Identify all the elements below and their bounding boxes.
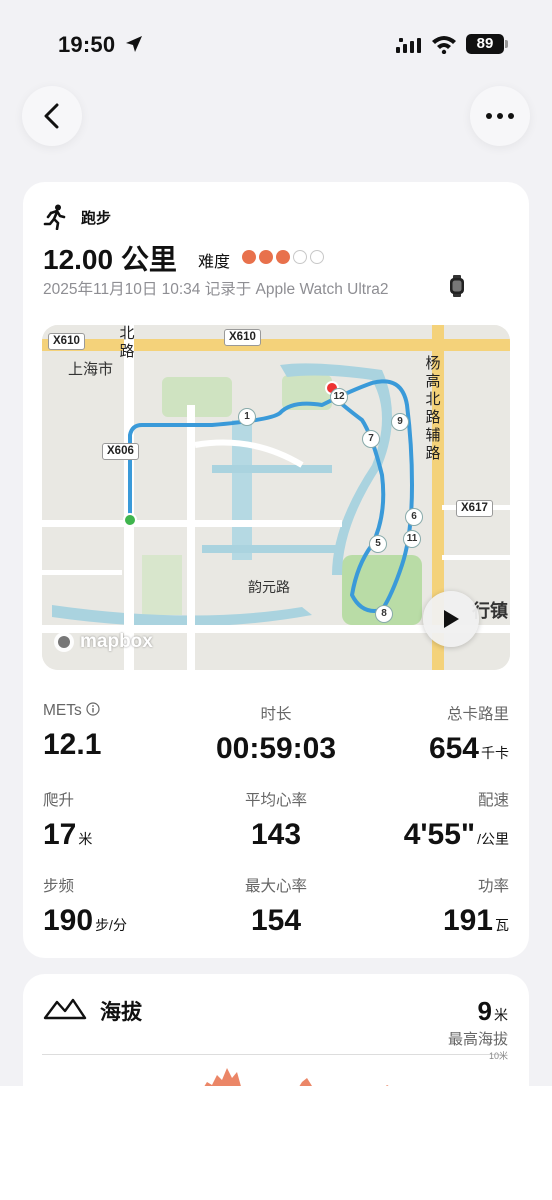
stat-value: 191 瓦 [442, 904, 509, 937]
stat-label: 爬升 [43, 792, 75, 809]
location-arrow-icon [126, 36, 142, 52]
stat-unit: 米 [78, 831, 93, 847]
map-label-road: 北路 [119, 325, 135, 360]
km-marker: 11 [403, 530, 421, 548]
road-badge: X610 [224, 329, 261, 346]
stat-value: 154 [250, 904, 302, 937]
road-badge: X606 [102, 443, 139, 460]
road-badge: X617 [456, 500, 493, 517]
altitude-max: 9米 最高海拔 [448, 996, 508, 1049]
status-time: 19:50 [58, 32, 116, 57]
stat-elevation-gain: 爬升 17 米 [43, 788, 213, 852]
km-marker: 7 [362, 430, 380, 448]
difficulty-dot-empty [293, 250, 307, 264]
stat-label: 最大心率 [244, 878, 307, 895]
altitude-gridline [42, 1054, 504, 1055]
stat-label: 功率 [477, 878, 509, 895]
mapbox-attribution: mapbox [52, 630, 153, 654]
difficulty-label: 难度 [198, 254, 231, 271]
stat-calories: 总卡路里 654 千卡 [339, 702, 509, 766]
km-marker: 12 [330, 388, 348, 406]
altitude-max-label: 最高海拔 [447, 1031, 508, 1048]
stat-cadence: 步频 190 步/分 [43, 874, 213, 938]
km-marker: 5 [369, 535, 387, 553]
stat-max-heart-rate: 最大心率 154 [191, 874, 361, 938]
sport-type: 跑步 [81, 210, 112, 227]
altitude-title: 海拔 [100, 1001, 142, 1024]
km-marker: 9 [391, 413, 409, 431]
ellipsis-icon [486, 113, 514, 119]
stat-value: 654 千卡 [428, 732, 509, 765]
info-icon[interactable] [86, 702, 100, 716]
road-badge: X610 [48, 333, 85, 350]
stat-label: 平均心率 [244, 792, 307, 809]
stat-value: 4'55"/公里 [403, 818, 509, 851]
difficulty-dot-filled [276, 250, 290, 264]
stat-value: 12.1 [43, 728, 102, 761]
stat-avg-heart-rate: 平均心率 143 [191, 788, 361, 852]
map-label-road: 韵元路 [248, 579, 290, 595]
back-button[interactable] [22, 86, 82, 146]
altitude-max-unit: 米 [494, 1007, 508, 1023]
stat-unit: 千卡 [481, 745, 509, 761]
play-route-button[interactable] [423, 591, 479, 647]
stat-label: 步频 [43, 878, 75, 895]
mountain-icon [43, 998, 87, 1020]
stat-label: 总卡路里 [446, 706, 509, 723]
map-label-road: 杨高北路辅路 [425, 355, 441, 462]
status-bar: 19:50 89 [0, 0, 552, 90]
more-options-button[interactable] [470, 86, 530, 146]
difficulty-dot-filled [259, 250, 273, 264]
difficulty-dot-empty [310, 250, 324, 264]
stat-label: 时长 [260, 706, 292, 723]
stat-value: 17 米 [43, 818, 93, 851]
battery-indicator: 89 [466, 34, 508, 54]
altitude-max-value: 9 [477, 996, 492, 1026]
running-icon [43, 204, 66, 230]
difficulty-dot-filled [242, 250, 256, 264]
distance-value: 12.00 公里 [43, 244, 177, 275]
stat-pace: 配速 4'55"/公里 [339, 788, 509, 852]
mapbox-icon [54, 632, 74, 652]
record-info: 2025年11月10日 10:34 记录于 Apple Watch Ultra2 [43, 281, 389, 298]
map-label-district: 上海市 [68, 361, 114, 378]
play-icon [444, 610, 459, 628]
stat-power: 功率 191 瓦 [339, 874, 509, 938]
chevron-left-icon [44, 103, 59, 129]
stat-unit: 瓦 [495, 917, 509, 933]
stat-value: 190 步/分 [43, 904, 127, 937]
stat-unit: /公里 [477, 831, 509, 847]
stat-mets: METs 12.1 [43, 702, 213, 762]
difficulty-rating [242, 250, 324, 264]
mapbox-label: mapbox [80, 631, 153, 652]
stat-label: METs [43, 702, 213, 720]
wifi-icon [432, 36, 456, 54]
workout-summary-card: 跑步 12.00 公里 难度 2025年11月10日 10:34 记录于 App… [23, 182, 529, 958]
stat-duration: 时长 00:59:03 [191, 702, 361, 766]
route-map[interactable]: X610 X610 X606 X617 上海市 北路 韵元路 杨高北路辅路 行镇… [42, 325, 510, 670]
stat-unit: 步/分 [95, 917, 127, 933]
bottom-area [0, 1086, 552, 1200]
apple-watch-icon [450, 275, 464, 297]
stat-label: 配速 [477, 792, 509, 809]
stat-value: 00:59:03 [215, 732, 337, 765]
km-marker: 1 [238, 408, 256, 426]
stat-value: 143 [250, 818, 302, 851]
km-marker: 6 [405, 508, 423, 526]
cellular-signal-icon [396, 38, 421, 53]
km-marker: 8 [375, 605, 393, 623]
